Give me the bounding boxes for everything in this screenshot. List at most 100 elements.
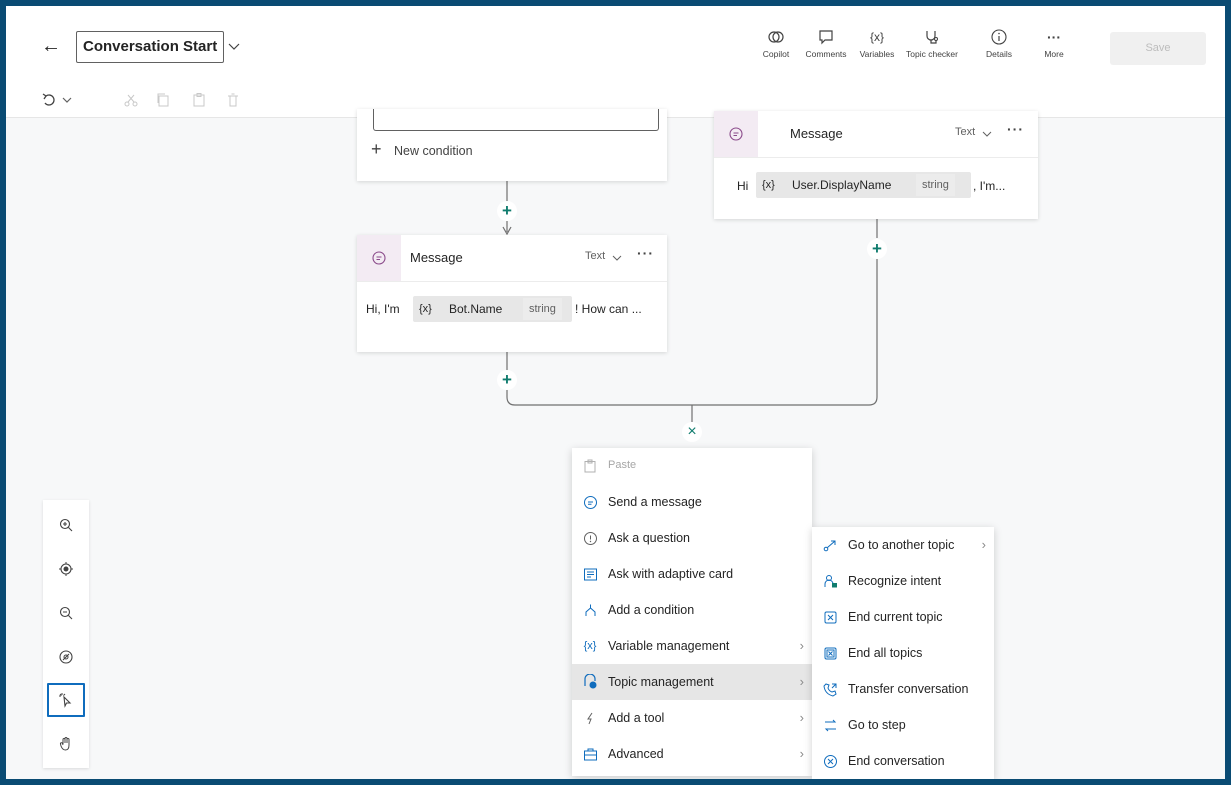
variable-type: string: [916, 174, 955, 196]
chevron-right-icon: ›: [799, 674, 804, 689]
message-card-header: Message Text ···: [357, 235, 667, 281]
menu-item-end-conversation[interactable]: End conversation: [812, 743, 994, 779]
message-icon: [357, 235, 401, 281]
menu-item-adaptive-card[interactable]: Ask with adaptive card: [572, 556, 812, 592]
tool-icon: [582, 710, 598, 726]
menu-item-go-to-step[interactable]: Go to step: [812, 707, 994, 743]
menu-item-add-condition[interactable]: Add a condition: [572, 592, 812, 628]
menu-item-transfer-conversation[interactable]: Transfer conversation: [812, 671, 994, 707]
chevron-right-icon: ›: [799, 638, 804, 653]
variable-chip[interactable]: {x} User.DisplayName string: [756, 172, 971, 198]
pan-hand-icon[interactable]: [47, 727, 85, 761]
message-text-suffix: , I'm...: [973, 179, 1006, 193]
variable-name: User.DisplayName: [792, 178, 892, 192]
chevron-right-icon: ›: [981, 537, 986, 552]
close-icon[interactable]: ×: [682, 422, 702, 442]
variable-icon: {x}: [869, 30, 884, 44]
menu-item-recognize-intent[interactable]: Recognize intent: [812, 563, 994, 599]
topic-checker-button[interactable]: Topic checker: [902, 28, 962, 59]
variables-button[interactable]: {x} Variables: [847, 28, 907, 59]
add-node-button[interactable]: +: [867, 239, 887, 259]
message-type-dropdown[interactable]: Text: [585, 250, 605, 262]
variable-icon: {x}: [583, 640, 597, 652]
add-node-button[interactable]: +: [497, 370, 517, 390]
variable-name: Bot.Name: [449, 302, 503, 316]
topic-checker-label: Topic checker: [906, 49, 958, 59]
topic-title[interactable]: Conversation Start: [76, 31, 225, 63]
message-icon: [582, 494, 598, 510]
menu-item-paste: Paste: [572, 448, 812, 484]
menu-item-send-message[interactable]: Send a message: [572, 484, 812, 520]
chevron-down-icon[interactable]: [226, 38, 242, 54]
topic-editor: ← Conversation Start Copilot Comments {x…: [6, 6, 1225, 779]
details-label: Details: [986, 49, 1012, 59]
transfer-icon: [822, 681, 838, 697]
stethoscope-icon: [902, 28, 962, 46]
menu-item-add-tool[interactable]: Add a tool ›: [572, 700, 812, 736]
recenter-icon[interactable]: [47, 552, 85, 586]
condition-icon: [582, 602, 598, 618]
advanced-icon: [582, 746, 598, 762]
message-body[interactable]: Hi, I'm {x} Bot.Name string ! How can ..…: [357, 281, 667, 352]
undo-icon[interactable]: [40, 91, 58, 109]
header-bar: ← Conversation Start Copilot Comments {x…: [6, 6, 1225, 82]
back-arrow-icon[interactable]: ←: [40, 36, 62, 58]
message-title: Message: [790, 126, 843, 141]
chevron-right-icon: ›: [799, 710, 804, 725]
zoom-in-icon[interactable]: [47, 508, 85, 542]
menu-item-variable-management[interactable]: {x} Variable management ›: [572, 628, 812, 664]
flow-canvas[interactable]: + New condition + Message Text ··· Hi, I…: [6, 109, 1225, 779]
minimap-icon[interactable]: [47, 640, 85, 674]
end-all-icon: [822, 645, 838, 661]
message-type-dropdown[interactable]: Text: [955, 126, 975, 138]
more-label: More: [1044, 49, 1064, 59]
message-card[interactable]: Message Text ··· Hi, I'm {x} Bot.Name st…: [357, 235, 667, 352]
menu-item-end-all-topics[interactable]: End all topics: [812, 635, 994, 671]
paste-icon: [190, 91, 208, 109]
add-node-button[interactable]: +: [497, 201, 517, 221]
add-node-menu: Paste Send a message Ask a question Ask …: [572, 448, 812, 776]
delete-icon: [224, 91, 242, 109]
menu-item-end-current-topic[interactable]: End current topic: [812, 599, 994, 635]
cut-icon: [122, 91, 140, 109]
chevron-right-icon: ›: [799, 746, 804, 761]
message-text-prefix: Hi, I'm: [366, 302, 400, 316]
save-button[interactable]: Save: [1110, 32, 1206, 65]
copy-icon: [154, 91, 172, 109]
chevron-down-icon[interactable]: [58, 91, 76, 109]
variable-icon: {x}: [419, 303, 432, 315]
chevron-down-icon[interactable]: [611, 252, 623, 264]
more-button[interactable]: ··· More: [1024, 28, 1084, 59]
topic-icon: [582, 674, 598, 690]
menu-item-topic-management[interactable]: Topic management ›: [572, 664, 812, 700]
end-conversation-icon: [822, 753, 838, 769]
info-icon: [969, 28, 1029, 46]
zoom-out-icon[interactable]: [47, 596, 85, 630]
more-icon: ···: [1047, 29, 1061, 45]
message-text-prefix: Hi: [737, 179, 749, 193]
new-condition-button[interactable]: New condition: [394, 144, 473, 158]
condition-input[interactable]: [373, 109, 659, 131]
adaptive-card-icon: [582, 566, 598, 582]
chevron-down-icon[interactable]: [981, 128, 993, 140]
menu-item-ask-question[interactable]: Ask a question: [572, 520, 812, 556]
plus-icon[interactable]: +: [371, 139, 382, 160]
details-button[interactable]: Details: [969, 28, 1029, 59]
message-card[interactable]: Message Text ··· Hi {x} User.DisplayName…: [714, 111, 1038, 219]
menu-item-advanced[interactable]: Advanced ›: [572, 736, 812, 772]
card-more-icon[interactable]: ···: [1007, 121, 1024, 137]
goto-step-icon: [822, 717, 838, 733]
select-tool-icon[interactable]: [47, 683, 85, 717]
redirect-icon: [822, 537, 838, 553]
zoom-toolbar: [43, 500, 89, 768]
message-text-suffix: ! How can ...: [575, 302, 642, 316]
recognize-icon: [822, 573, 838, 589]
card-more-icon[interactable]: ···: [637, 245, 654, 261]
variable-icon: {x}: [762, 179, 775, 191]
message-body[interactable]: Hi {x} User.DisplayName string , I'm...: [714, 157, 1038, 219]
menu-item-go-to-topic[interactable]: Go to another topic ›: [812, 527, 994, 563]
variables-label: Variables: [859, 49, 895, 59]
message-card-header: Message Text ···: [714, 111, 1038, 157]
variable-chip[interactable]: {x} Bot.Name string: [413, 296, 572, 322]
question-icon: [582, 530, 598, 546]
